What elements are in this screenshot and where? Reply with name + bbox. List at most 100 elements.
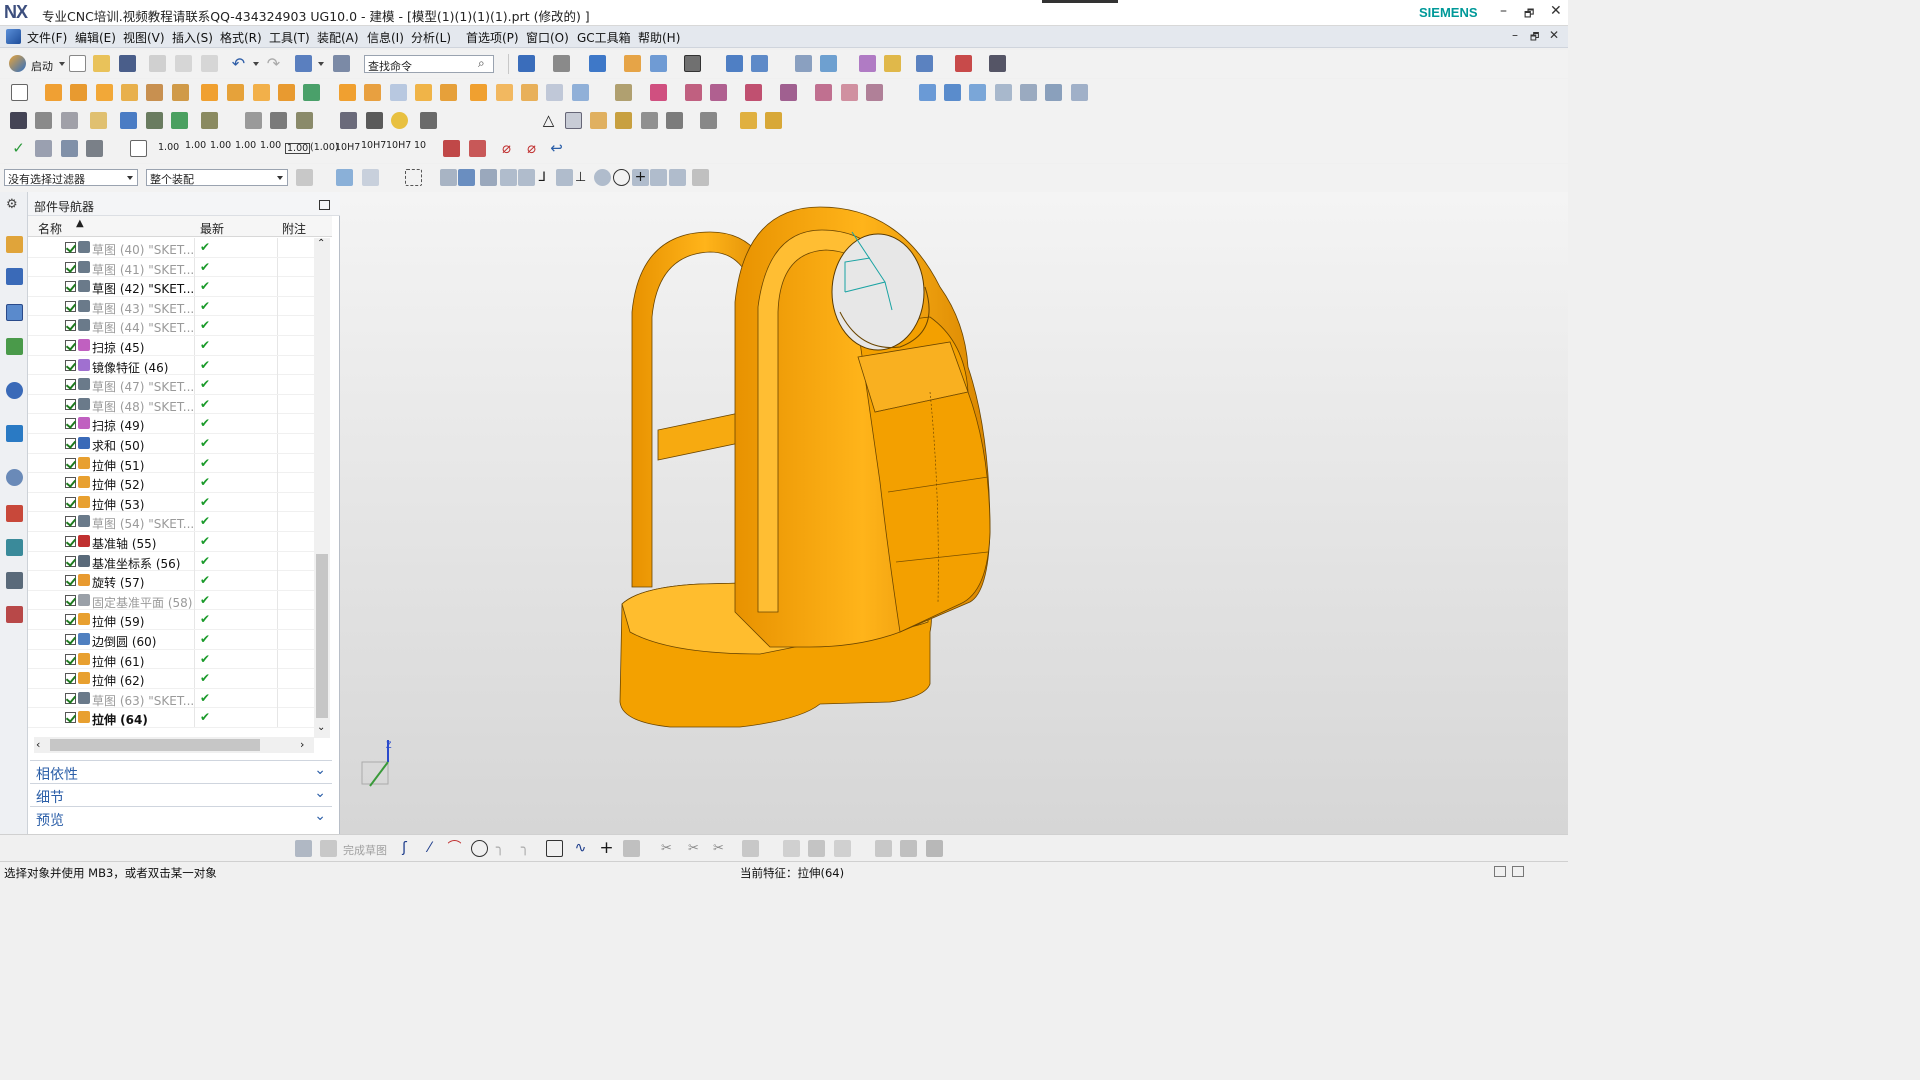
menu-assembly[interactable]: 装配(A) — [317, 29, 359, 46]
red-ruler-icon[interactable] — [443, 140, 460, 157]
through-curves-icon[interactable] — [919, 84, 936, 101]
extrude-icon[interactable] — [45, 84, 62, 101]
move-face-icon[interactable] — [650, 84, 667, 101]
background-icon[interactable] — [684, 55, 701, 72]
paste-face-icon[interactable] — [866, 84, 883, 101]
close-button[interactable]: ✕ — [1550, 3, 1562, 19]
edge-blend-icon[interactable] — [364, 84, 381, 101]
doc-restore-button[interactable]: 🗗 — [1530, 30, 1539, 47]
selection-scope-dropdown[interactable]: 整个装配 — [146, 169, 288, 186]
feature-tree-row[interactable]: 扫掠 (49) ✔ — [28, 414, 314, 434]
thicken-icon[interactable] — [470, 84, 487, 101]
snap-tangent-icon[interactable]: ⊥ — [575, 169, 592, 186]
combine-icon[interactable] — [278, 84, 295, 101]
visibility-checkbox[interactable] — [65, 242, 76, 253]
pocket-icon[interactable] — [146, 84, 163, 101]
pattern-face-icon[interactable] — [815, 84, 832, 101]
menu-edit[interactable]: 编辑(E) — [75, 29, 116, 46]
sketch-settings-icon[interactable] — [926, 840, 943, 857]
check-icon[interactable]: ✓ — [10, 140, 27, 157]
feature-tree-row[interactable]: 求和 (50) ✔ — [28, 434, 314, 454]
menu-help[interactable]: 帮助(H) — [638, 29, 680, 46]
offset-curve-icon[interactable] — [623, 840, 640, 857]
dim-style-1[interactable]: 1.00 — [158, 143, 179, 153]
feature-tree-row[interactable]: 扫掠 (45) ✔ — [28, 336, 314, 356]
feature-tree-row[interactable]: 基准轴 (55) ✔ — [28, 532, 314, 552]
boss-icon[interactable] — [121, 84, 138, 101]
sweep-icon[interactable] — [201, 84, 218, 101]
tool-icon[interactable] — [146, 112, 163, 129]
quick-trim-icon[interactable]: ✂ — [661, 840, 678, 857]
scroll-down-icon[interactable]: ⌄ — [317, 722, 325, 733]
window-icon[interactable] — [295, 55, 312, 72]
column-comment[interactable]: 附注 — [282, 220, 306, 237]
column-uptodate[interactable]: 最新 — [200, 220, 224, 237]
feature-tree-row[interactable]: 拉伸 (52) ✔ — [28, 473, 314, 493]
relations-icon[interactable] — [900, 840, 917, 857]
array-icon[interactable] — [253, 84, 270, 101]
pattern-icon[interactable] — [227, 84, 244, 101]
horizontal-scroll-thumb[interactable] — [50, 739, 260, 751]
feature-tree-row[interactable]: 拉伸 (64) ✔ — [28, 708, 314, 728]
visibility-checkbox[interactable] — [65, 712, 76, 724]
app-menu-icon[interactable] — [6, 29, 21, 44]
dim-style-10[interactable]: 10H7 — [386, 141, 411, 151]
gc-tool-icon[interactable] — [955, 55, 972, 72]
show-hidden-icon[interactable] — [440, 169, 457, 186]
surface-icon[interactable] — [546, 84, 563, 101]
history-icon[interactable] — [6, 469, 23, 486]
pad-icon[interactable] — [172, 84, 189, 101]
reuse-library-icon[interactable] — [6, 338, 23, 355]
visibility-checkbox[interactable] — [65, 320, 76, 332]
feature-tree-row[interactable]: 固定基准平面 (58) ✔ — [28, 590, 314, 611]
model-canvas[interactable]: Z — [340, 192, 1568, 834]
solid-body-icon[interactable] — [458, 169, 475, 186]
symbol-icon[interactable] — [615, 112, 632, 129]
details-section[interactable]: 细节 ⌄ — [30, 783, 332, 806]
feature-tree-row[interactable]: 草图 (63) "SKET... ✔ — [28, 688, 314, 709]
shoulder-strap-model[interactable] — [619, 206, 991, 728]
command-finder-icon[interactable] — [333, 55, 350, 72]
menu-view[interactable]: 视图(V) — [123, 29, 165, 46]
render-style-icon[interactable] — [553, 55, 570, 72]
visibility-checkbox[interactable] — [65, 340, 76, 351]
visibility-checkbox[interactable] — [65, 634, 76, 645]
shell-icon[interactable] — [339, 84, 356, 101]
scroll-right-icon[interactable]: › — [300, 738, 304, 751]
list-icon[interactable] — [296, 112, 313, 129]
snap-end-icon[interactable] — [500, 169, 517, 186]
selection-filter-dropdown[interactable]: 没有选择过滤器 — [4, 169, 138, 186]
gold-coin-icon[interactable] — [391, 112, 408, 129]
open-folder-icon[interactable] — [93, 55, 110, 72]
fillet-icon[interactable]: ╮ — [496, 840, 513, 857]
sketch-icon[interactable] — [11, 84, 28, 101]
shaded-cube-icon[interactable] — [589, 55, 606, 72]
scroll-up-icon[interactable]: ⌃ — [317, 238, 325, 249]
feature-tree-row[interactable]: 拉伸 (53) ✔ — [28, 492, 314, 513]
menu-format[interactable]: 格式(R) — [220, 29, 262, 46]
polygon-icon[interactable]: ∿ — [572, 840, 589, 857]
dependencies-section[interactable]: 相依性 ⌄ — [30, 760, 332, 783]
feature-tree-row[interactable]: 拉伸 (61) ✔ — [28, 649, 314, 670]
pattern-curve-icon[interactable] — [834, 840, 851, 857]
feature-tree-row[interactable]: 草图 (42) "SKET... ✔ — [28, 277, 314, 297]
cancel-tool-icon[interactable] — [420, 112, 437, 129]
select-all-icon[interactable] — [362, 169, 379, 186]
resize-blend-icon[interactable] — [780, 84, 797, 101]
feature-tree-row[interactable]: 草图 (41) "SKET... ✔ — [28, 257, 314, 278]
visibility-checkbox[interactable] — [65, 300, 76, 312]
rectangle-icon[interactable] — [546, 840, 563, 857]
trim-body-icon[interactable] — [303, 84, 320, 101]
diameter-icon[interactable]: ⌀ — [498, 140, 515, 157]
visibility-checkbox[interactable] — [65, 575, 76, 587]
process-studio-icon[interactable] — [6, 606, 23, 623]
table-icon[interactable] — [565, 112, 582, 129]
constraint-navigator-icon[interactable] — [6, 268, 23, 285]
window-dropdown-icon[interactable] — [318, 62, 324, 66]
visibility-checkbox[interactable] — [65, 457, 76, 469]
cut-icon[interactable] — [149, 55, 166, 72]
offset-region-icon[interactable] — [745, 84, 762, 101]
assembly-icon[interactable] — [726, 55, 743, 72]
dim-style-2[interactable]: 1.00 — [185, 141, 206, 151]
n-sided-icon[interactable] — [995, 84, 1012, 101]
